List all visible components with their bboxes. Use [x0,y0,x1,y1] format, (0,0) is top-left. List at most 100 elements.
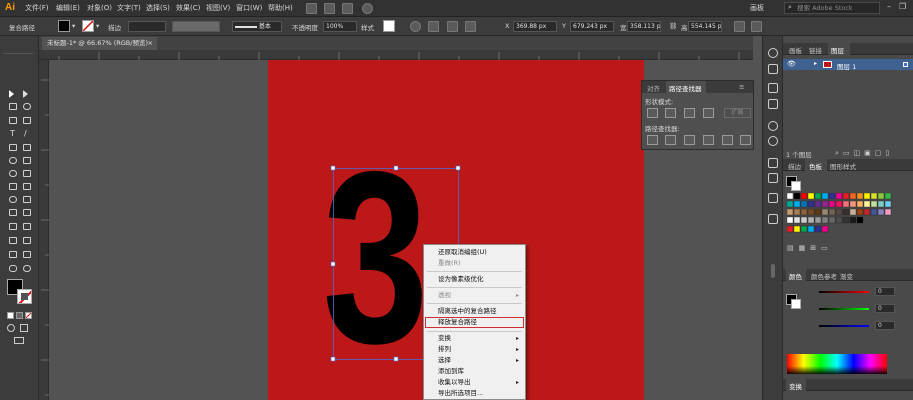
crop-icon[interactable] [703,135,714,145]
screen-mode-icon[interactable] [14,337,24,344]
width-tool-icon[interactable] [8,182,18,191]
gpu-performance-icon[interactable] [362,3,373,14]
gradient-tool-icon[interactable] [22,208,32,217]
color-stroke-indicator[interactable] [791,299,801,309]
expand-arrow-icon[interactable]: ▸ [814,60,817,67]
recolor-icon[interactable] [410,21,421,32]
chevron-down-icon[interactable]: ▾ [72,22,75,30]
tab-links[interactable]: 链接 [809,45,822,55]
menu-item-export-selection[interactable]: 导出所选项目... [424,388,525,399]
arrange-documents-icon[interactable] [342,3,353,14]
variable-width-profile[interactable] [172,21,220,32]
menu-item-arrange[interactable]: 排列 ▸ [424,344,525,355]
minimize-icon[interactable]: – [887,2,891,11]
menu-object[interactable]: 对象(O) [87,3,112,13]
menu-view[interactable]: 视图(V) [206,3,230,13]
paragraph-icon[interactable] [768,173,778,183]
menu-item-select[interactable]: 选择 ▸ [424,355,525,366]
intersect-icon[interactable] [684,108,695,118]
tab-transform[interactable]: 变换 [789,381,802,391]
stroke-swatch[interactable] [82,20,94,32]
menu-help[interactable]: 帮助(H) [268,3,293,13]
y-input[interactable]: 679.243 px [570,21,614,32]
expand-button[interactable]: 扩展 [724,108,751,118]
document-tab[interactable]: 未标题-1* @ 66.67% (RGB/预览) × [42,37,157,50]
opacity-label[interactable]: 不透明度 [292,22,318,32]
swatch-stroke-indicator[interactable] [791,181,801,191]
menu-item-pixel-optimize[interactable]: 设为像素级优化 [424,274,525,285]
menu-item-add-to-library[interactable]: 添加到库 [424,366,525,377]
link-proportions-icon[interactable]: ⛓ [669,22,677,30]
blend-tool-icon[interactable] [22,222,32,231]
properties-icon[interactable] [768,64,778,74]
tab-color-guide[interactable]: 颜色参考 [811,271,837,281]
artboard-tool-icon[interactable] [8,250,18,259]
align-left-icon[interactable] [465,21,476,32]
gradient-mode-icon[interactable] [16,312,23,319]
menu-item-undo-ungroup[interactable]: 还原取消编组(U) [424,247,525,258]
pen-tool-icon[interactable] [8,116,18,125]
menu-item-redo[interactable]: 重做(R) [424,258,525,269]
zoom-tool-icon[interactable] [22,264,32,273]
curvature-tool-icon[interactable] [22,116,32,125]
blue-slider[interactable] [819,325,869,327]
exclude-icon[interactable] [703,108,714,118]
restore-icon[interactable]: ❐ [899,2,906,11]
menu-type[interactable]: 文字(T) [117,3,141,13]
transform-icon[interactable] [734,21,745,32]
height-input[interactable]: 554.145 px [688,21,722,32]
tab-graphic-styles[interactable]: 图形样式 [830,161,856,171]
layers-footer-icons[interactable]: ⌕▭◫▣▢▯ [835,149,893,158]
export-icon[interactable] [768,214,778,224]
menu-item-isolate-compound-path[interactable]: 隔离选中的复合路径 [424,306,525,317]
color-mode-icon[interactable] [7,312,14,319]
lasso-tool-icon[interactable] [22,102,32,111]
artwork-glyph[interactable]: 3 [317,135,434,380]
eyedropper-tool-icon[interactable] [8,222,18,231]
chevron-down-icon[interactable]: ▾ [96,22,99,30]
layer-target-icon[interactable] [903,62,908,67]
menu-select[interactable]: 选择(S) [146,3,170,13]
unite-icon[interactable] [647,108,658,118]
tab-swatches[interactable]: 色板 [809,161,822,171]
merge-icon[interactable] [684,135,695,145]
divide-icon[interactable] [647,135,658,145]
red-value-input[interactable]: 0 [875,287,895,296]
symbols-icon[interactable] [768,121,778,131]
workspace-switcher[interactable]: 画板 [750,3,764,13]
tab-color[interactable]: 颜色 [789,271,802,281]
libraries-icon[interactable] [768,83,778,93]
red-slider[interactable] [819,291,869,293]
layer-name[interactable]: 图层 1 [837,61,856,71]
eraser-tool-icon[interactable] [22,156,32,165]
bridge-icon[interactable] [306,3,317,14]
menu-file[interactable]: 文件(F) [25,3,49,13]
opentype-icon[interactable] [768,193,778,203]
tab-artboards[interactable]: 画板 [789,45,802,55]
close-icon[interactable]: × [148,37,153,49]
rotate-tool-icon[interactable] [8,169,18,178]
minus-front-icon[interactable] [665,108,676,118]
menu-window[interactable]: 窗口(W) [236,3,262,13]
shape-builder-tool-icon[interactable] [8,195,18,204]
tab-stroke[interactable]: 描边 [788,161,801,171]
green-value-input[interactable]: 0 [875,304,895,313]
menu-item-perspective[interactable]: 透视 ▸ [424,290,525,301]
tab-gradient[interactable]: 渐变 [840,271,853,281]
slice-tool-icon[interactable] [22,250,32,259]
hand-tool-icon[interactable] [8,264,18,273]
swatch-grid[interactable] [787,193,895,241]
panel-menu-icon[interactable]: ≡ [739,83,744,91]
outline-icon[interactable] [722,135,733,145]
column-graph-tool-icon[interactable] [22,236,32,245]
stock-search-input[interactable]: 搜索 Adobe Stock [784,2,880,14]
shape-icon[interactable] [447,21,458,32]
draw-behind-icon[interactable] [20,324,28,332]
opacity-input[interactable]: 100% [323,21,357,32]
tab-layers[interactable]: 图层 [831,45,844,55]
visibility-eye-icon[interactable]: 👁 [787,60,796,68]
none-mode-icon[interactable] [25,312,32,319]
brush-definition[interactable]: 基本 [232,21,282,32]
horizontal-ruler[interactable] [39,50,753,60]
magic-wand-tool-icon[interactable] [8,102,18,111]
